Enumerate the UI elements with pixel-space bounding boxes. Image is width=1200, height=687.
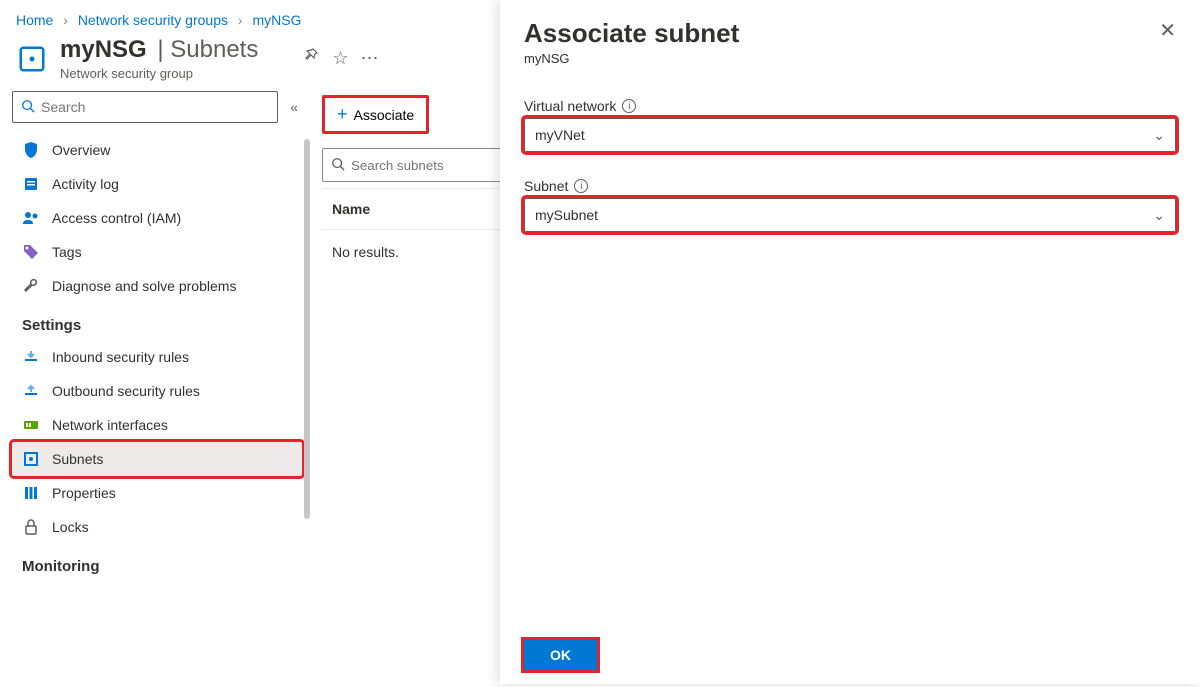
nav-label: Locks [52,519,89,535]
sidebar-item-overview[interactable]: Overview [12,133,302,167]
panel-title: Associate subnet [524,18,739,49]
lock-icon [22,518,40,536]
pin-icon[interactable] [304,48,320,69]
associate-button[interactable]: + Associate [322,95,429,134]
nsg-icon [16,43,48,75]
chevron-right-icon: › [238,12,243,28]
breadcrumb-nsg[interactable]: Network security groups [78,12,228,28]
nav-label: Tags [52,244,82,260]
breadcrumb-current[interactable]: myNSG [252,12,301,28]
nav-label: Subnets [52,451,103,467]
page-subtitle: Network security group [60,66,280,81]
info-icon[interactable]: i [574,179,588,193]
nav-label: Activity log [52,176,119,192]
subnet-icon [22,450,40,468]
log-icon [22,175,40,193]
more-icon[interactable]: ⋯ [360,48,378,69]
sidebar-search-input[interactable] [41,99,269,115]
panel-subtitle: myNSG [524,51,739,66]
section-monitoring: Monitoring [12,544,302,581]
sidebar-search[interactable] [12,91,278,123]
tag-icon [22,243,40,261]
nav-label: Overview [52,142,110,158]
search-icon [331,157,345,174]
outbound-icon [22,382,40,400]
subnet-label: Subnet i [524,178,1176,194]
associate-label: Associate [354,107,415,123]
sidebar-item-inbound[interactable]: Inbound security rules [12,340,302,374]
inbound-icon [22,348,40,366]
scrollbar[interactable] [304,139,310,519]
chevron-down-icon: ⌄ [1153,127,1165,144]
section-settings: Settings [12,303,302,340]
nav-label: Outbound security rules [52,383,200,399]
sidebar-item-outbound[interactable]: Outbound security rules [12,374,302,408]
nav-label: Properties [52,485,116,501]
sidebar-item-subnets[interactable]: Subnets [12,442,302,476]
sidebar-item-tags[interactable]: Tags [12,235,302,269]
vnet-value: myVNet [535,127,585,143]
vnet-label: Virtual network i [524,98,1176,114]
nav-label: Access control (IAM) [52,210,181,226]
search-icon [21,99,35,116]
close-icon: ✕ [1159,20,1176,42]
page-title: myNSG | Subnets [60,36,258,64]
nav-label: Diagnose and solve problems [52,278,236,294]
wrench-icon [22,277,40,295]
sidebar-item-activity-log[interactable]: Activity log [12,167,302,201]
subnet-value: mySubnet [535,207,598,223]
sidebar: « Overview Activity log Access control (… [0,89,310,687]
vnet-dropdown[interactable]: myVNet ⌄ [524,118,1176,152]
close-button[interactable]: ✕ [1159,18,1176,43]
properties-icon [22,484,40,502]
nav-label: Inbound security rules [52,349,189,365]
sidebar-item-nics[interactable]: Network interfaces [12,408,302,442]
sidebar-item-iam[interactable]: Access control (IAM) [12,201,302,235]
info-icon[interactable]: i [622,99,636,113]
sidebar-item-locks[interactable]: Locks [12,510,302,544]
sidebar-item-diagnose[interactable]: Diagnose and solve problems [12,269,302,303]
chevron-down-icon: ⌄ [1153,207,1165,224]
star-icon[interactable]: ☆ [332,48,348,69]
collapse-icon[interactable]: « [286,95,302,119]
nav-label: Network interfaces [52,417,168,433]
chevron-right-icon: › [63,12,68,28]
associate-subnet-panel: Associate subnet myNSG ✕ Virtual network… [500,0,1200,684]
people-icon [22,209,40,227]
shield-icon [22,141,40,159]
ok-button[interactable]: OK [524,640,597,670]
plus-icon: + [337,104,348,125]
breadcrumb-home[interactable]: Home [16,12,53,28]
sidebar-item-properties[interactable]: Properties [12,476,302,510]
subnet-dropdown[interactable]: mySubnet ⌄ [524,198,1176,232]
nic-icon [22,416,40,434]
